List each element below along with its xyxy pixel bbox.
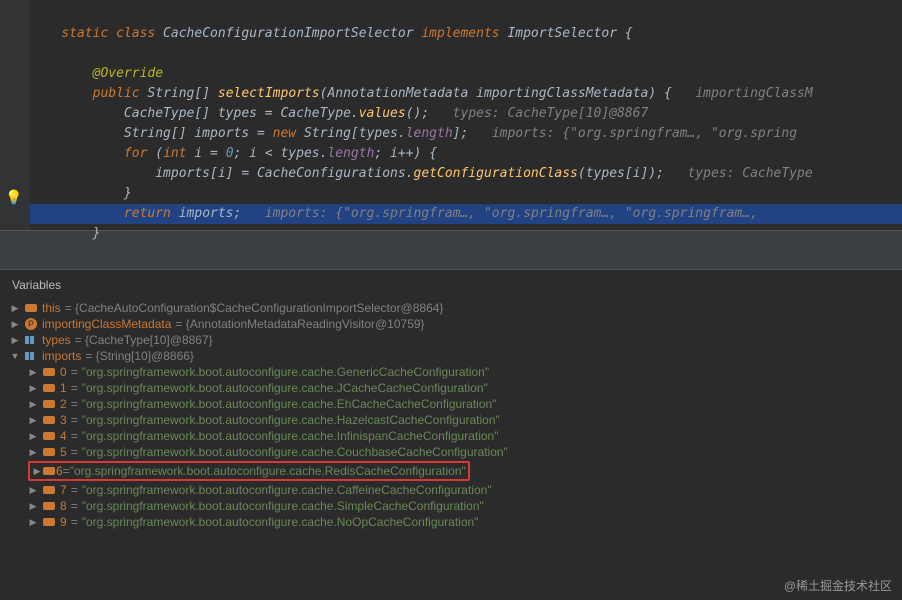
array-value: "org.springframework.boot.autoconfigure.… [82,413,500,427]
imports-children: ▶0 = "org.springframework.boot.autoconfi… [10,364,892,530]
array-value: "org.springframework.boot.autoconfigure.… [82,445,508,459]
string-icon [42,365,56,379]
code-editor[interactable]: 💡 static class CacheConfigurationImportS… [0,0,902,230]
expand-icon[interactable]: ▶ [28,447,38,458]
variables-title: Variables [10,274,892,300]
string-icon [42,429,56,443]
var-types[interactable]: ▶ types = {CacheType[10]@8867} [10,332,892,348]
string-icon [42,397,56,411]
array-item-7[interactable]: ▶7 = "org.springframework.boot.autoconfi… [10,482,892,498]
var-label: types [42,333,71,347]
var-value: = {AnnotationMetadataReadingVisitor@1075… [175,317,424,331]
var-value: = {CacheAutoConfiguration$CacheConfigura… [65,301,444,315]
override-annotation: @Override [93,66,163,81]
collapse-icon[interactable]: ▼ [10,351,20,361]
expand-icon[interactable]: ▶ [28,367,38,378]
array-item-1[interactable]: ▶1 = "org.springframework.boot.autoconfi… [10,380,892,396]
array-value: "org.springframework.boot.autoconfigure.… [82,397,497,411]
expand-icon[interactable]: ▶ [28,399,38,410]
code-area[interactable]: static class CacheConfigurationImportSel… [0,0,902,264]
var-value: = {CacheType[10]@8867} [75,333,213,347]
array-index: 0 [60,365,67,379]
array-index: 5 [60,445,67,459]
var-label: this [42,301,61,315]
array-icon [24,349,38,363]
array-value: "org.springframework.boot.autoconfigure.… [82,515,479,529]
array-index: 7 [60,483,67,497]
object-icon [24,301,38,315]
expand-icon[interactable]: ▶ [28,485,38,496]
array-index: 4 [60,429,67,443]
array-index: 2 [60,397,67,411]
expand-icon[interactable]: ▶ [10,335,20,346]
array-index: 9 [60,515,67,529]
array-index: 8 [60,499,67,513]
array-value: "org.springframework.boot.autoconfigure.… [82,365,489,379]
array-value: "org.springframework.boot.autoconfigure.… [82,429,499,443]
array-value: "org.springframework.boot.autoconfigure.… [70,464,466,478]
expand-icon[interactable]: ▶ [28,383,38,394]
var-importing-class-metadata[interactable]: ▶ P importingClassMetadata = {Annotation… [10,316,892,332]
svg-text:P: P [28,319,34,329]
expand-icon[interactable]: ▶ [28,415,38,426]
watermark: @稀土掘金技术社区 [784,577,892,594]
expand-icon[interactable]: ▶ [28,431,38,442]
var-imports[interactable]: ▼ imports = {String[10]@8866} [10,348,892,364]
array-index: 3 [60,413,67,427]
array-item-5[interactable]: ▶5 = "org.springframework.boot.autoconfi… [10,444,892,460]
debugger-panel: Variables ▶ this = {CacheAutoConfigurati… [0,270,902,534]
var-value: = {String[10]@8866} [85,349,194,363]
string-icon [42,445,56,459]
string-icon [42,499,56,513]
string-icon [42,413,56,427]
var-label: imports [42,349,81,363]
expand-icon[interactable]: ▶ [28,501,38,512]
var-label: importingClassMetadata [42,317,171,331]
array-item-0[interactable]: ▶0 = "org.springframework.boot.autoconfi… [10,364,892,380]
expand-icon[interactable]: ▶ [28,517,38,528]
expand-icon[interactable]: ▶ [10,319,20,330]
expand-icon[interactable]: ▶ [10,303,20,314]
array-index: 1 [60,381,67,395]
array-index: 6 [56,464,63,478]
string-icon [42,381,56,395]
array-value: "org.springframework.boot.autoconfigure.… [82,483,492,497]
string-icon [42,464,56,478]
highlighted-array-item[interactable]: ▶6 = "org.springframework.boot.autoconfi… [10,460,892,482]
var-this[interactable]: ▶ this = {CacheAutoConfiguration$CacheCo… [10,300,892,316]
string-icon [42,483,56,497]
intention-bulb-icon[interactable]: 💡 [5,190,22,206]
array-item-9[interactable]: ▶9 = "org.springframework.boot.autoconfi… [10,514,892,530]
current-execution-line: return imports; imports: {"org.springfra… [30,204,902,224]
param-icon: P [24,317,38,331]
expand-icon[interactable]: ▶ [32,466,42,477]
red-highlight-box: ▶6 = "org.springframework.boot.autoconfi… [28,461,470,481]
string-icon [42,515,56,529]
array-item-3[interactable]: ▶3 = "org.springframework.boot.autoconfi… [10,412,892,428]
array-value: "org.springframework.boot.autoconfigure.… [82,381,488,395]
array-value: "org.springframework.boot.autoconfigure.… [82,499,484,513]
array-icon [24,333,38,347]
array-item-2[interactable]: ▶2 = "org.springframework.boot.autoconfi… [10,396,892,412]
array-item-4[interactable]: ▶4 = "org.springframework.boot.autoconfi… [10,428,892,444]
array-item-8[interactable]: ▶8 = "org.springframework.boot.autoconfi… [10,498,892,514]
